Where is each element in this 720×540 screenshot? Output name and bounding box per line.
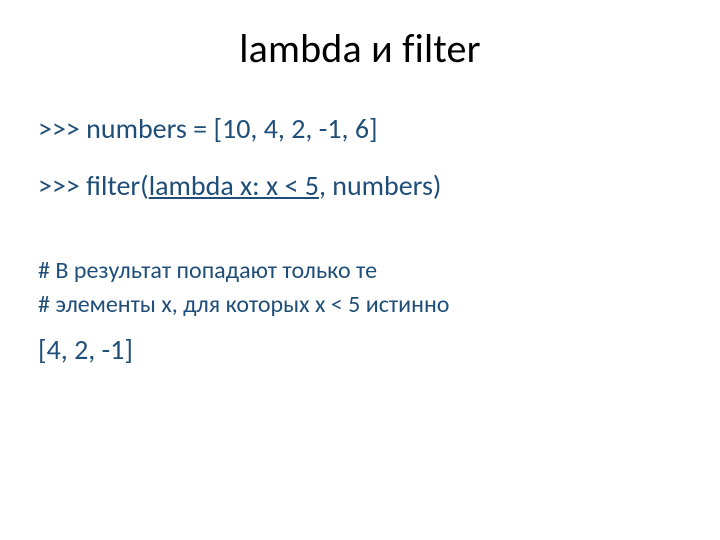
code-line-assign: >>> numbers = [10, 4, 2, -1, 6] (38, 111, 682, 146)
slide-title: lambda и filter (38, 24, 682, 73)
code-filter-tail: , numbers) (319, 168, 441, 203)
comment-line-1: # В результат попадают только те (38, 255, 682, 287)
result-line: [4, 2, -1] (38, 332, 682, 367)
code-filter-lambda: lambda x: x < 5 (149, 168, 319, 203)
slide: lambda и filter >>> numbers = [10, 4, 2,… (0, 0, 720, 540)
code-line-filter: >>> filter(lambda x: x < 5, numbers) (38, 168, 682, 203)
spacer (38, 225, 682, 255)
comment-line-2: # элементы x, для которых x < 5 истинно (38, 289, 682, 321)
code-filter-prefix: >>> filter( (38, 168, 149, 203)
